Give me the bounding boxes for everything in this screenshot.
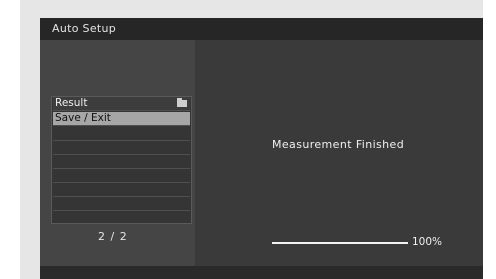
empty-row xyxy=(53,197,190,211)
empty-row xyxy=(53,211,190,225)
empty-row xyxy=(53,169,190,183)
menu-item-save-exit[interactable]: Save / Exit xyxy=(53,112,190,126)
menu-item-result[interactable]: Result xyxy=(53,97,190,111)
title-bar: Auto Setup xyxy=(40,18,483,40)
menu-list: Result Save / Exit xyxy=(51,96,192,224)
outer-right-margin xyxy=(483,0,496,279)
empty-row xyxy=(53,183,190,197)
setup-screen: Auto Setup Result Save / Exit 2 / 2 Meas… xyxy=(40,18,483,279)
progress-bar xyxy=(272,242,408,244)
empty-row xyxy=(53,155,190,169)
bottom-bar xyxy=(40,266,483,279)
menu-item-label: Save / Exit xyxy=(55,112,111,124)
menu-item-label: Result xyxy=(55,97,88,109)
progress-percent: 100% xyxy=(412,236,443,248)
outer-left-margin xyxy=(0,0,20,279)
empty-row xyxy=(53,127,190,141)
status-message: Measurement Finished xyxy=(272,138,405,151)
folder-icon xyxy=(177,98,187,107)
right-panel xyxy=(195,40,483,266)
progress-fill xyxy=(272,242,408,244)
page-indicator: 2 / 2 xyxy=(98,230,128,243)
screen-title: Auto Setup xyxy=(52,22,117,35)
empty-row xyxy=(53,141,190,155)
